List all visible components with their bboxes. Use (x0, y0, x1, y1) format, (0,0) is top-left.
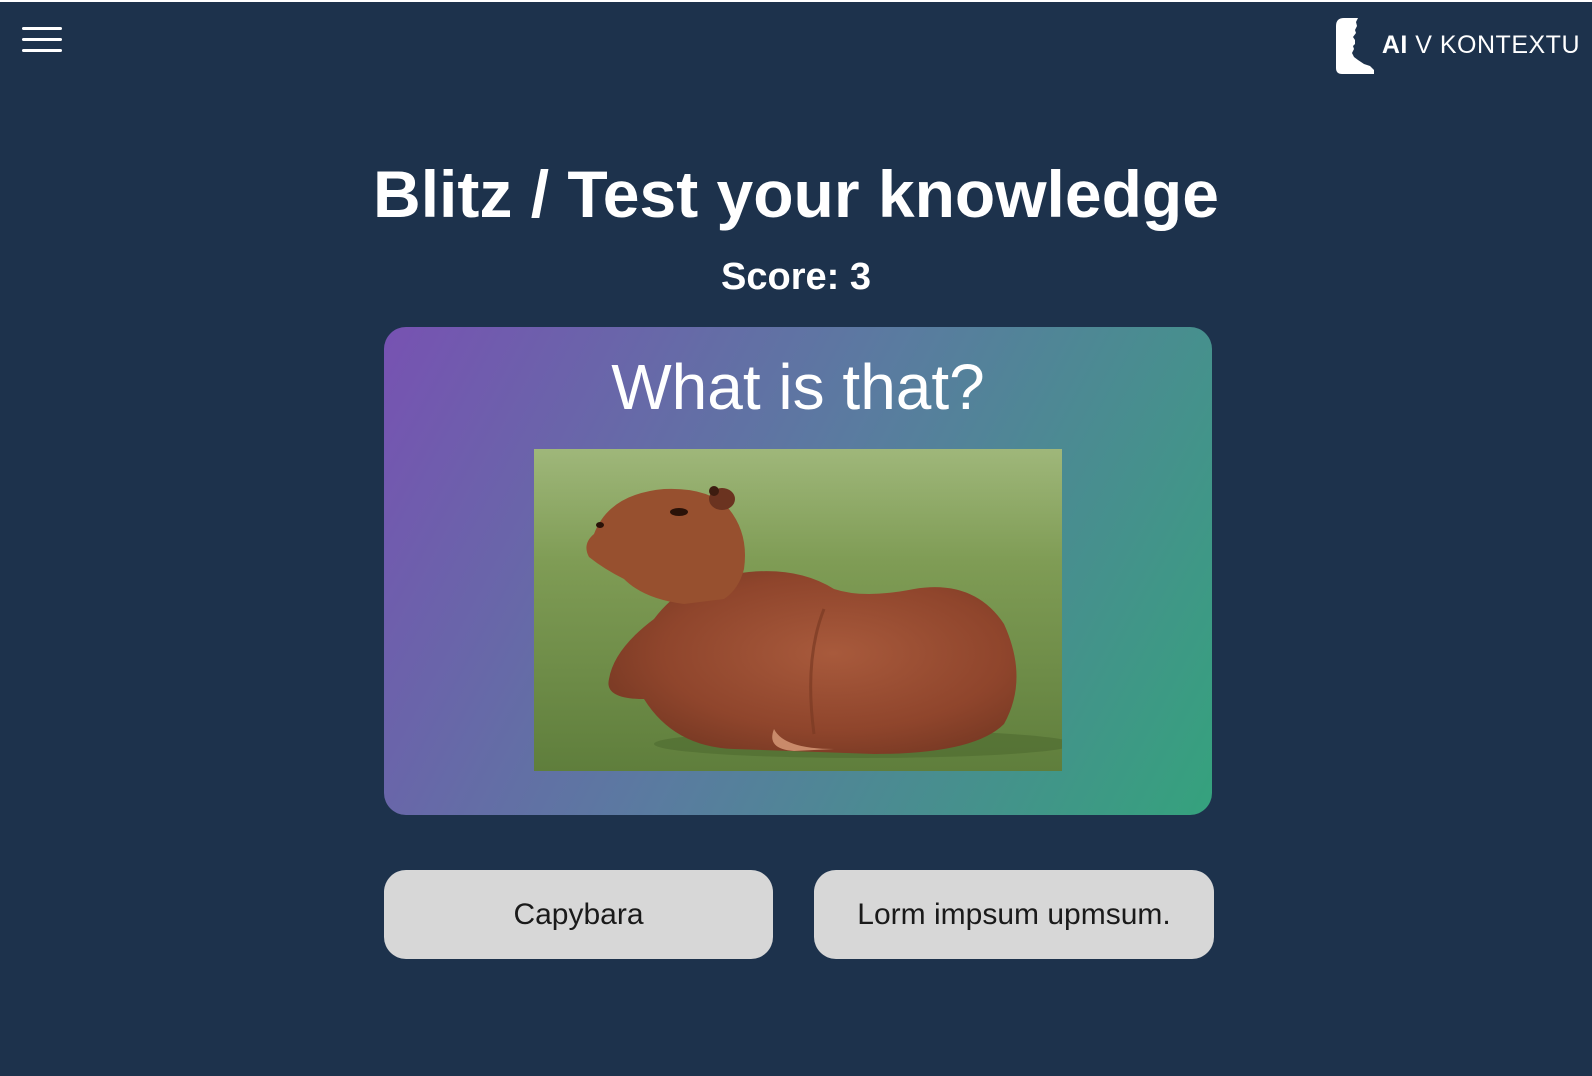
question-image (534, 449, 1062, 771)
question-card: What is that? (384, 327, 1212, 815)
answer-button-capybara[interactable]: Capybara (384, 870, 773, 959)
logo-text: AI V KONTEXTU (1381, 30, 1580, 59)
page-title: Blitz / Test your knowledge (373, 157, 1219, 231)
score-display: Score: 3 (721, 256, 871, 298)
logo[interactable]: AI V KONTEXTU (1334, 16, 1580, 74)
hamburger-menu-icon[interactable] (20, 24, 64, 56)
top-border (0, 0, 1592, 2)
question-text: What is that? (611, 351, 985, 423)
head-profile-icon (1334, 16, 1378, 74)
answer-button-lorem[interactable]: Lorm impsum upmsum. (814, 870, 1214, 959)
